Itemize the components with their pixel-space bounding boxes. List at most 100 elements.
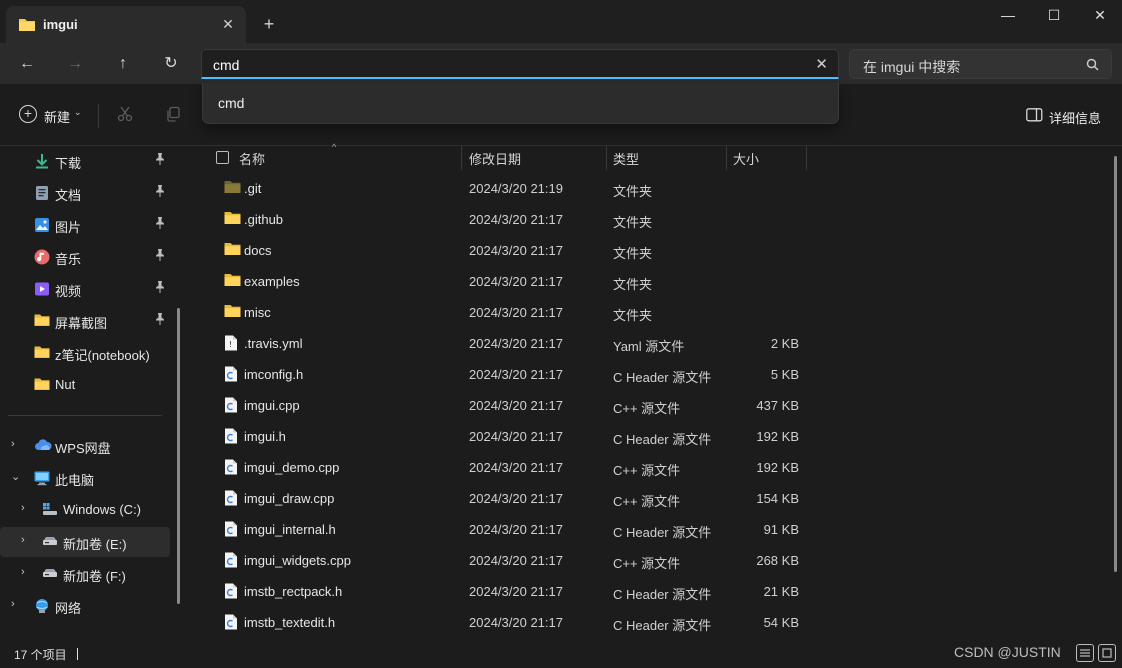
file-row[interactable]: imgui.h 2024/3/20 21:17 C Header 源文件 192 KB <box>191 421 1122 452</box>
cut-icon[interactable] <box>115 106 135 126</box>
file-name: .git <box>244 181 262 196</box>
search-box[interactable]: 在 imgui 中搜索 <box>849 49 1112 79</box>
file-date: 2024/3/20 21:17 <box>469 615 563 630</box>
download-icon <box>34 153 50 169</box>
file-date: 2024/3/20 21:17 <box>469 274 563 289</box>
sidebar-item-notebook[interactable]: z笔记(notebook) <box>0 338 170 368</box>
file-type: C Header 源文件 <box>613 370 712 385</box>
file-date: 2024/3/20 21:17 <box>469 584 563 599</box>
view-toggle <box>1076 644 1116 664</box>
file-row[interactable]: examples 2024/3/20 21:17 文件夹 <box>191 266 1122 297</box>
sidebar-item-label: 新加卷 (E:) <box>63 537 127 552</box>
minimize-button[interactable]: — <box>986 4 1030 26</box>
sidebar-item-videos[interactable]: 视频 <box>0 274 170 304</box>
file-row[interactable]: .git 2024/3/20 21:19 文件夹 <box>191 173 1122 204</box>
file-row[interactable]: imgui_draw.cpp 2024/3/20 21:17 C++ 源文件 154 … <box>191 483 1122 514</box>
file-size: 2 KB <box>770 336 799 351</box>
sidebar-item-label: 文档 <box>55 188 82 203</box>
title-bar: imgui ✕ + — ☐ ✕ <box>0 0 1122 44</box>
back-button[interactable]: ← <box>15 53 39 75</box>
sidebar-item-music[interactable]: 音乐 <box>0 242 170 272</box>
sidebar-item-documents[interactable]: 文档 <box>0 178 170 208</box>
address-suggestion-dropdown: cmd <box>202 83 839 124</box>
item-count: 17 个项目 <box>14 648 67 662</box>
file-list-scrollbar[interactable] <box>1114 156 1117 572</box>
file-date: 2024/3/20 21:17 <box>469 553 563 568</box>
chevron-right-icon[interactable]: › <box>21 534 25 546</box>
column-header-size[interactable]: 大小 <box>727 146 807 170</box>
code-file-icon <box>224 459 240 475</box>
close-window-button[interactable]: ✕ <box>1078 4 1122 26</box>
file-date: 2024/3/20 21:17 <box>469 398 563 413</box>
file-type: C++ 源文件 <box>613 401 681 416</box>
sidebar-item-label: Nut <box>55 377 76 392</box>
suggestion-item-cmd[interactable]: cmd <box>218 95 244 111</box>
sidebar-item-pictures[interactable]: 图片 <box>0 210 170 240</box>
file-size: 268 KB <box>756 553 799 568</box>
select-all-checkbox[interactable] <box>216 151 229 164</box>
file-type: C++ 源文件 <box>613 556 681 571</box>
sidebar-item-label: 网络 <box>55 601 82 616</box>
chevron-right-icon[interactable]: › <box>21 566 25 578</box>
sidebar-item-nut[interactable]: Nut <box>0 370 170 400</box>
copy-icon[interactable] <box>163 106 183 126</box>
file-row[interactable]: misc 2024/3/20 21:17 文件夹 <box>191 297 1122 328</box>
file-date: 2024/3/20 21:17 <box>469 460 563 475</box>
address-clear-button[interactable]: ✕ <box>815 55 828 73</box>
column-header-name[interactable]: 名称 <box>233 146 462 170</box>
sidebar-item-this-pc[interactable]: ⌄ 此电脑 <box>0 463 170 493</box>
file-size: 5 KB <box>770 367 799 382</box>
file-name: imgui_demo.cpp <box>244 460 340 475</box>
sidebar-item-drive-f[interactable]: › 新加卷 (F:) <box>0 559 170 589</box>
folder-icon <box>224 304 241 320</box>
sidebar-scrollbar[interactable] <box>177 308 180 604</box>
sidebar-item-drive-e[interactable]: › 新加卷 (E:) <box>0 527 170 557</box>
column-header-date[interactable]: 修改日期 <box>463 146 607 170</box>
maximize-button[interactable]: ☐ <box>1032 4 1076 26</box>
file-row[interactable]: imgui_demo.cpp 2024/3/20 21:17 C++ 源文件 192 … <box>191 452 1122 483</box>
chevron-right-icon[interactable]: › <box>11 598 15 610</box>
address-bar[interactable]: cmd ✕ <box>201 49 839 79</box>
file-type: C++ 源文件 <box>613 463 681 478</box>
file-row[interactable]: imgui.cpp 2024/3/20 21:17 C++ 源文件 437 KB <box>191 390 1122 421</box>
file-type: C Header 源文件 <box>613 618 712 633</box>
plus-circle-icon: + <box>19 105 37 123</box>
file-name: misc <box>244 305 271 320</box>
code-file-icon <box>224 490 240 506</box>
new-tab-button[interactable]: + <box>258 13 280 35</box>
file-type: Yaml 源文件 <box>613 339 685 354</box>
file-row[interactable]: imstb_textedit.h 2024/3/20 21:17 C Header … <box>191 607 1122 638</box>
file-row[interactable]: .github 2024/3/20 21:17 文件夹 <box>191 204 1122 235</box>
search-icon[interactable] <box>1086 58 1099 74</box>
search-placeholder[interactable]: 在 imgui 中搜索 <box>863 57 960 77</box>
tiles-view-icon[interactable] <box>1098 644 1116 662</box>
file-row[interactable]: imgui_widgets.cpp 2024/3/20 21:17 C++ 源文件 2… <box>191 545 1122 576</box>
file-type: 文件夹 <box>613 184 653 199</box>
up-button[interactable]: ↑ <box>111 53 135 75</box>
file-row[interactable]: docs 2024/3/20 21:17 文件夹 <box>191 235 1122 266</box>
column-header-type[interactable]: 类型 <box>607 146 727 170</box>
sidebar-item-screenshots[interactable]: 屏幕截图 <box>0 306 170 336</box>
sidebar-item-wps-cloud[interactable]: › WPS网盘 <box>0 431 170 461</box>
file-row[interactable]: imstb_rectpack.h 2024/3/20 21:17 C Header … <box>191 576 1122 607</box>
chevron-right-icon[interactable]: › <box>21 502 25 514</box>
column-header-label: 大小 <box>733 152 760 167</box>
file-name: imgui.h <box>244 429 286 444</box>
file-type: C Header 源文件 <box>613 432 712 447</box>
sidebar-item-downloads[interactable]: 下载 <box>0 146 170 176</box>
file-row[interactable]: imconfig.h 2024/3/20 21:17 C Header 源文件 5 K… <box>191 359 1122 390</box>
tab-imgui[interactable]: imgui ✕ <box>6 6 246 44</box>
refresh-button[interactable]: ↻ <box>159 53 183 75</box>
file-type: C Header 源文件 <box>613 587 712 602</box>
sidebar-item-network[interactable]: › 网络 <box>0 591 170 621</box>
chevron-down-icon[interactable]: ⌄ <box>11 470 20 483</box>
folder-icon <box>18 17 36 35</box>
chevron-right-icon[interactable]: › <box>11 438 15 450</box>
address-input-value[interactable]: cmd <box>213 57 239 73</box>
sidebar-item-drive-c[interactable]: › Windows (C:) <box>0 495 170 525</box>
tab-close-button[interactable]: ✕ <box>218 14 238 34</box>
file-row[interactable]: imgui_internal.h 2024/3/20 21:17 C Header … <box>191 514 1122 545</box>
forward-button[interactable]: → <box>63 53 87 75</box>
file-row[interactable]: ! .travis.yml 2024/3/20 21:17 Yaml 源文件 2 KB <box>191 328 1122 359</box>
details-view-icon[interactable] <box>1076 644 1094 662</box>
